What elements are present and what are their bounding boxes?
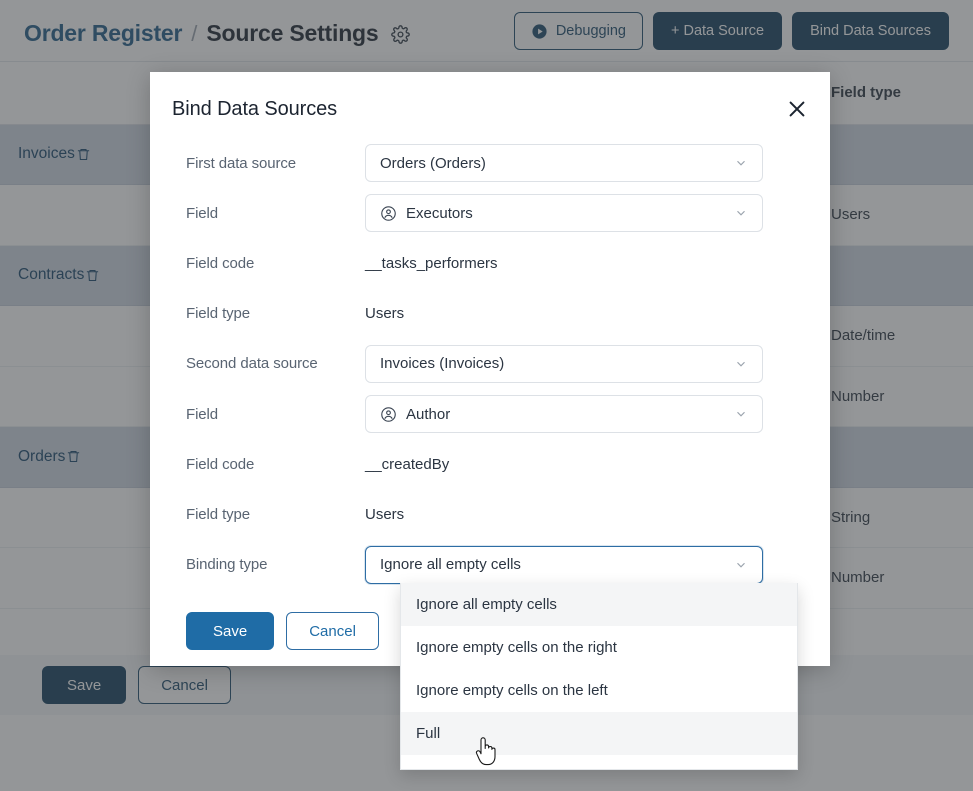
form-row-field-1-type: Field type Users — [150, 289, 830, 339]
field-1-label: Field — [186, 204, 219, 222]
binding-type-dropdown-list: Ignore all empty cells Ignore empty cell… — [400, 583, 798, 770]
field-1-value: Executors — [406, 204, 473, 222]
second-data-source-select[interactable]: Invoices (Invoices) — [365, 344, 763, 383]
binding-type-value: Ignore all empty cells — [380, 556, 521, 574]
field-2-code-label: Field code — [186, 455, 255, 473]
app-root: Order Register / Source Settings — [0, 0, 973, 791]
chevron-down-icon — [734, 206, 748, 220]
field-2-label: Field — [186, 405, 219, 423]
field-1-code-value: __tasks_performers — [365, 254, 498, 272]
second-data-source-value: Invoices (Invoices) — [380, 355, 505, 373]
dropdown-option[interactable]: Ignore all empty cells — [401, 583, 797, 626]
user-circle-icon — [380, 406, 397, 423]
dropdown-option[interactable]: Ignore empty cells on the right — [401, 626, 797, 669]
field-2-select[interactable]: Author — [365, 395, 763, 434]
binding-type-label: Binding type — [186, 556, 268, 574]
modal-form: First data source Orders (Orders) Field — [150, 138, 830, 590]
modal-title: Bind Data Sources — [172, 98, 338, 120]
field-2-value: Author — [406, 405, 451, 423]
first-data-source-label: First data source — [186, 154, 297, 172]
bind-data-sources-modal: Bind Data Sources First data source Orde… — [150, 72, 830, 666]
chevron-down-icon — [734, 407, 748, 421]
dropdown-option[interactable]: Ignore empty cells on the left — [401, 669, 797, 712]
chevron-down-icon — [734, 156, 748, 170]
form-row-field-2-code: Field code __createdBy — [150, 439, 830, 489]
first-data-source-value: Orders (Orders) — [380, 154, 486, 172]
modal-save-button[interactable]: Save — [186, 612, 275, 650]
field-1-code-label: Field code — [186, 254, 255, 272]
field-2-type-label: Field type — [186, 505, 251, 523]
field-1-select[interactable]: Executors — [365, 194, 763, 233]
dropdown-option[interactable]: Full — [401, 712, 797, 755]
second-data-source-label: Second data source — [186, 355, 318, 373]
chevron-down-icon — [734, 357, 748, 371]
form-row-field-1-code: Field code __tasks_performers — [150, 238, 830, 288]
binding-type-select[interactable]: Ignore all empty cells — [365, 545, 763, 584]
form-row-field-1: Field Executors — [150, 188, 830, 238]
modal-cancel-button[interactable]: Cancel — [286, 612, 379, 650]
form-row-field-2-type: Field type Users — [150, 489, 830, 539]
field-2-type-value: Users — [365, 505, 405, 523]
form-row-second-data-source: Second data source Invoices (Invoices) — [150, 339, 830, 389]
user-circle-icon — [380, 205, 397, 222]
form-row-first-data-source: First data source Orders (Orders) — [150, 138, 830, 188]
first-data-source-select[interactable]: Orders (Orders) — [365, 144, 763, 183]
field-1-type-value: Users — [365, 305, 405, 323]
field-2-code-value: __createdBy — [365, 455, 450, 473]
close-icon[interactable] — [782, 94, 812, 124]
chevron-down-icon — [734, 558, 748, 572]
modal-actions: Save Cancel — [186, 612, 379, 650]
form-row-field-2: Field Author — [150, 389, 830, 439]
field-1-type-label: Field type — [186, 305, 251, 323]
